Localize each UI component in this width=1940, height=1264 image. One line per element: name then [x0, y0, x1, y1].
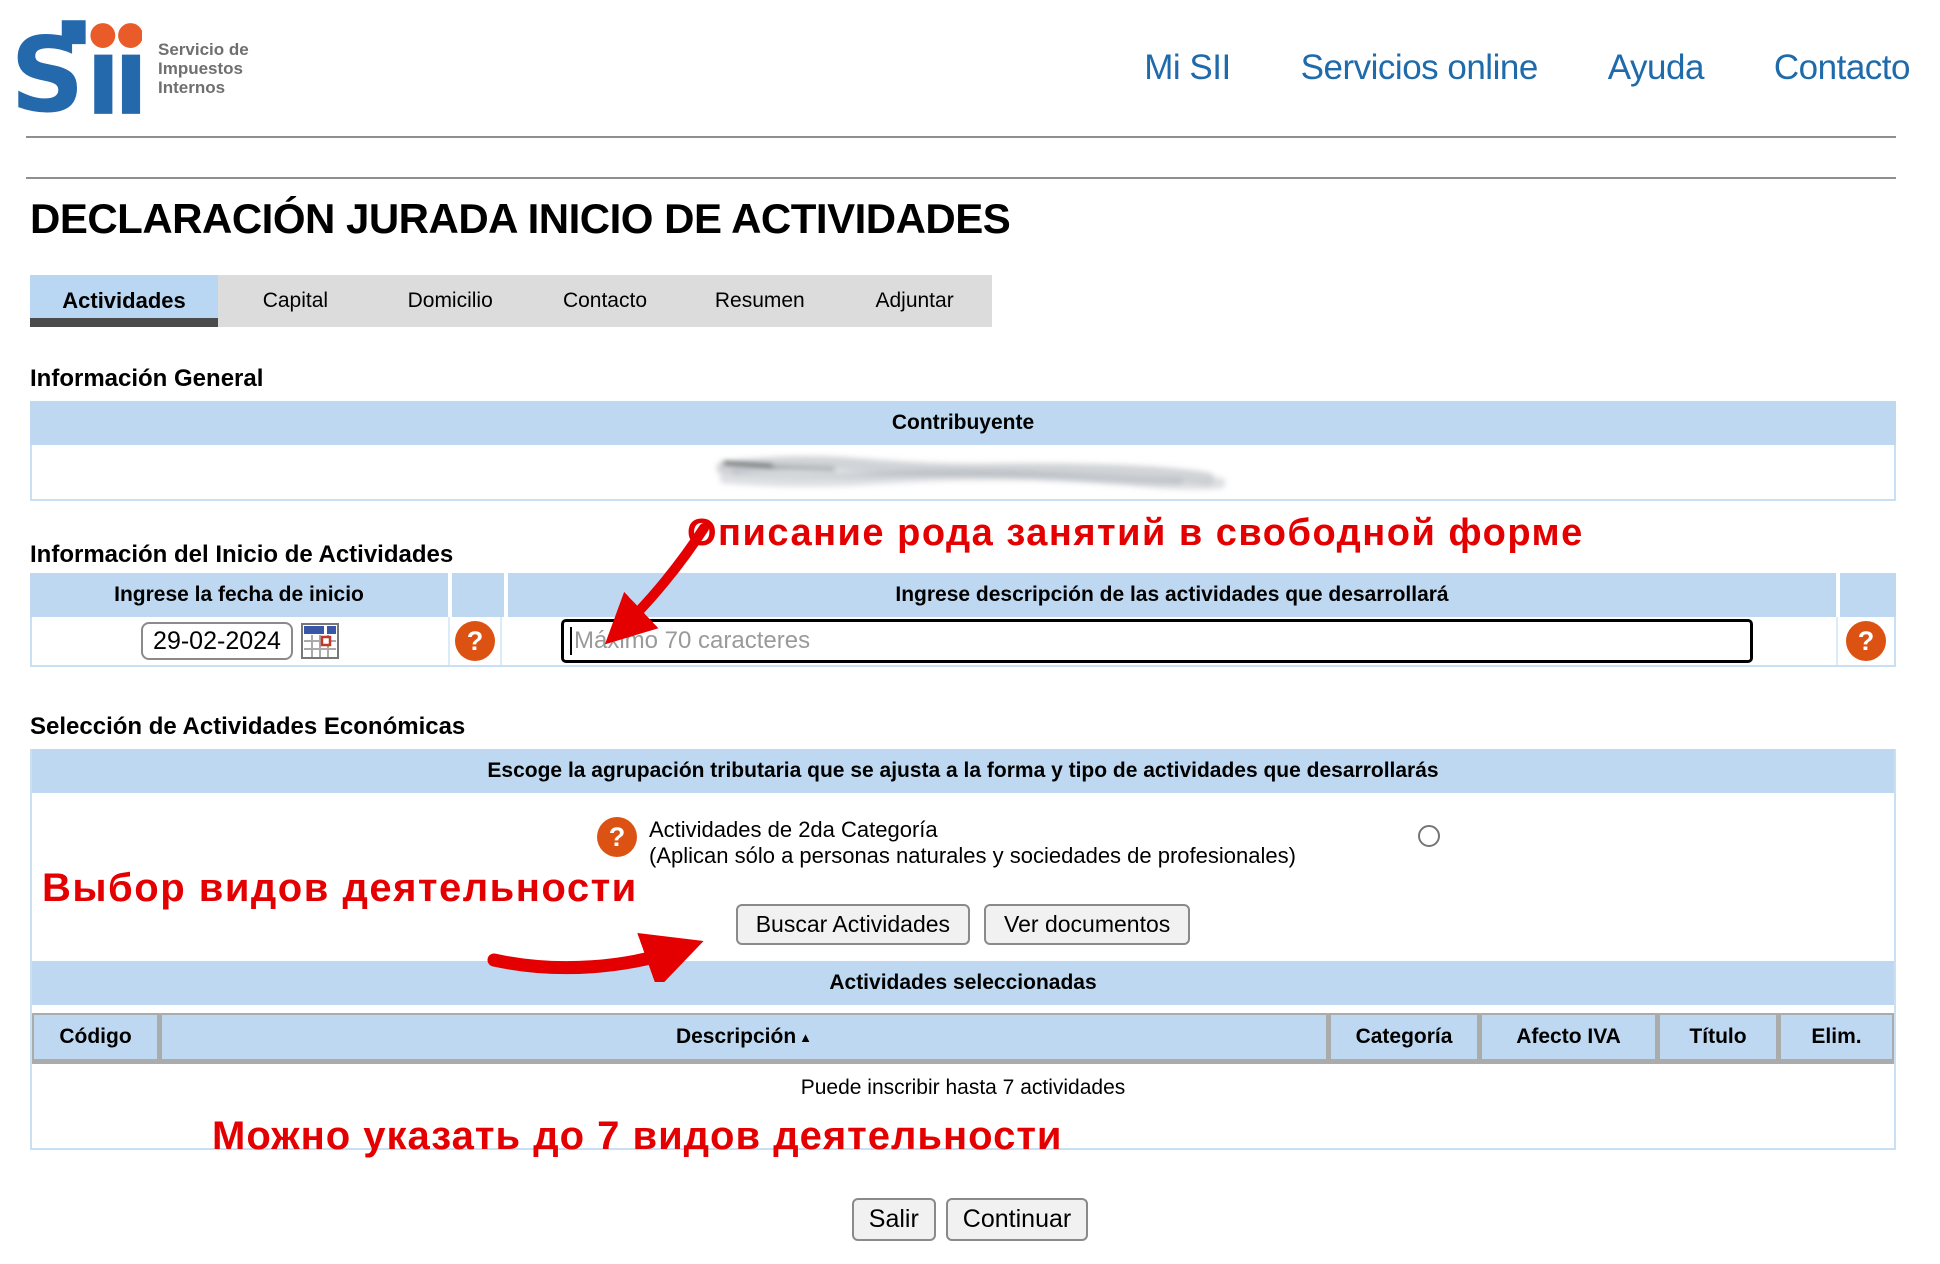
- seleccionadas-column-headers: Código Descripción▲ Categoría Afecto IVA…: [32, 1013, 1894, 1064]
- fecha-column-header: Ingrese la fecha de inicio: [30, 573, 448, 617]
- tab-capital[interactable]: Capital: [218, 275, 373, 327]
- categoria-block: ? Actividades de 2da Categoría (Aplican …: [597, 817, 1296, 869]
- help-column-header-right: [1840, 573, 1896, 617]
- sii-logo[interactable]: S Servicio de Impuestos Internos: [14, 18, 249, 118]
- column-afecto-iva: Afecto IVA: [1482, 1015, 1655, 1059]
- categoria-note: (Aplican sólo a personas naturales y soc…: [649, 843, 1296, 869]
- contribuyente-header: Contribuyente: [30, 401, 1896, 445]
- nav-servicios-online[interactable]: Servicios online: [1301, 48, 1538, 88]
- top-nav: Mi SII Servicios online Ayuda Contacto: [1144, 48, 1910, 88]
- nav-contacto[interactable]: Contacto: [1774, 48, 1910, 88]
- sort-asc-icon: ▲: [799, 1030, 812, 1045]
- fecha-help-cell: ?: [450, 617, 502, 665]
- logo-line-1: Servicio de: [158, 40, 249, 59]
- categoria-help-icon[interactable]: ?: [597, 817, 637, 857]
- agrupacion-banner: Escoge la agrupación tributaria que se a…: [32, 749, 1894, 793]
- page: S Servicio de Impuestos Internos Mi SII …: [0, 0, 1940, 1264]
- inicio-table-row: ? ?: [30, 617, 1896, 667]
- help-column-header: [452, 573, 504, 617]
- tab-label: Adjuntar: [875, 289, 953, 313]
- fecha-help-icon[interactable]: ?: [455, 621, 495, 661]
- footer-actions: Salir Continuar: [0, 1198, 1940, 1241]
- logo-line-2: Impuestos: [158, 59, 249, 78]
- categoria-title: Actividades de 2da Categoría: [649, 817, 1296, 843]
- title-divider: [26, 177, 1896, 179]
- tab-contacto[interactable]: Contacto: [528, 275, 683, 327]
- categoria-2da-radio[interactable]: [1418, 825, 1440, 847]
- sii-logo-icon: S: [14, 18, 142, 118]
- seleccionadas-banner: Actividades seleccionadas: [32, 961, 1894, 1005]
- logo-line-3: Internos: [158, 78, 249, 97]
- header-divider: [26, 136, 1896, 138]
- descripcion-help-icon[interactable]: ?: [1846, 621, 1886, 661]
- tab-label: Resumen: [715, 289, 805, 313]
- buscar-actividades-button[interactable]: Buscar Actividades: [736, 904, 970, 945]
- tab-strip: Capital Domicilio Contacto Resumen Adjun…: [218, 275, 992, 327]
- nav-ayuda[interactable]: Ayuda: [1608, 48, 1704, 88]
- tab-actividades[interactable]: Actividades: [30, 275, 218, 327]
- annotation-descripcion: Описание рода занятий в свободной форме: [687, 512, 1584, 555]
- column-elim: Elim.: [1781, 1015, 1892, 1059]
- column-codigo: Código: [34, 1015, 157, 1059]
- tab-label: Actividades: [62, 288, 186, 314]
- tab-adjuntar[interactable]: Adjuntar: [837, 275, 992, 327]
- page-title: DECLARACIÓN JURADA INICIO DE ACTIVIDADES: [30, 197, 1940, 241]
- annotation-arrow-right-icon: [478, 920, 738, 982]
- calendar-icon[interactable]: [301, 623, 339, 659]
- tab-domicilio[interactable]: Domicilio: [373, 275, 528, 327]
- fecha-input[interactable]: [141, 622, 293, 660]
- tab-label: Domicilio: [408, 289, 493, 313]
- descripcion-help-cell: ?: [1838, 617, 1894, 665]
- annotation-seleccion: Выбор видов деятельности: [42, 866, 638, 911]
- inicio-table-header: Ingrese la fecha de inicio Ingrese descr…: [30, 573, 1896, 617]
- sii-logo-text: Servicio de Impuestos Internos: [158, 40, 249, 97]
- column-categoria: Categoría: [1331, 1015, 1477, 1059]
- column-descripcion-label: Descripción: [676, 1025, 796, 1049]
- tab-label: Capital: [263, 289, 328, 313]
- column-titulo: Título: [1660, 1015, 1776, 1059]
- salir-button[interactable]: Salir: [852, 1198, 936, 1241]
- tab-label: Contacto: [563, 289, 647, 313]
- info-general-heading: Información General: [30, 365, 1940, 393]
- tab-resumen[interactable]: Resumen: [682, 275, 837, 327]
- categoria-text: Actividades de 2da Categoría (Aplican só…: [649, 817, 1296, 869]
- continuar-button[interactable]: Continuar: [946, 1198, 1088, 1241]
- ver-documentos-button[interactable]: Ver documentos: [984, 904, 1190, 945]
- seleccion-table: Escoge la agrupación tributaria que se a…: [30, 749, 1896, 1150]
- fecha-cell: [32, 617, 450, 665]
- tab-bar: Actividades Capital Domicilio Contacto R…: [30, 275, 1940, 327]
- banner-gap: [32, 1005, 1894, 1013]
- inicio-table: Ingrese la fecha de inicio Ingrese descr…: [30, 573, 1896, 667]
- annotation-limite: Можно указать до 7 видов деятельности: [212, 1114, 1063, 1159]
- redacted-name-scribble: [695, 446, 1235, 506]
- nav-mi-sii[interactable]: Mi SII: [1144, 48, 1230, 88]
- seleccion-heading: Selección de Actividades Económicas: [30, 713, 1940, 741]
- column-descripcion[interactable]: Descripción▲: [162, 1015, 1326, 1059]
- site-header: S Servicio de Impuestos Internos Mi SII …: [0, 0, 1940, 136]
